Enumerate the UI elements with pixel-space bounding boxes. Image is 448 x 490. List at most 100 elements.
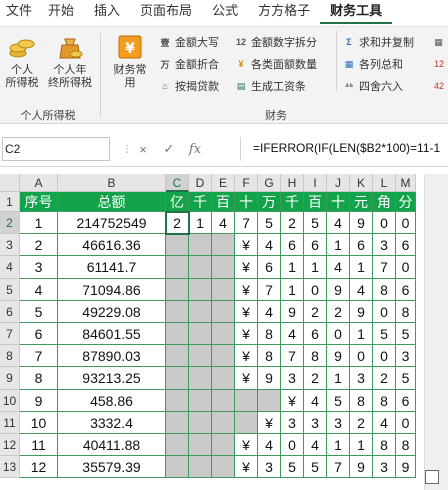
table-cell[interactable]: 6	[20, 323, 58, 346]
table-cell[interactable]: 0	[281, 434, 304, 457]
table-cell[interactable]	[212, 434, 235, 457]
table-cell[interactable]: 4	[327, 256, 350, 279]
header-cell[interactable]: 角	[373, 192, 396, 212]
row-header-8[interactable]: 8	[0, 345, 20, 368]
tab-5[interactable]: 方方格子	[248, 0, 320, 24]
table-cell[interactable]	[212, 300, 235, 323]
column-header-K[interactable]: K	[350, 174, 373, 192]
table-cell[interactable]: ¥	[258, 411, 281, 434]
table-cell[interactable]	[212, 256, 235, 279]
row-header-12[interactable]: 12	[0, 434, 20, 457]
table-cell[interactable]: 5	[281, 456, 304, 479]
table-cell[interactable]: 46616.36	[58, 234, 166, 257]
table-cell[interactable]: 458.86	[58, 389, 166, 412]
table-cell[interactable]	[212, 278, 235, 301]
table-cell[interactable]: 0	[396, 212, 416, 235]
clipped-button-3[interactable]: 42	[434, 76, 448, 96]
table-cell[interactable]: 9	[350, 456, 373, 479]
row-header-1[interactable]: 1	[0, 192, 20, 212]
column-header-I[interactable]: I	[304, 174, 327, 192]
sheet-options-icon[interactable]	[425, 470, 439, 484]
table-cell[interactable]: 9	[350, 212, 373, 235]
insert-function-icon[interactable]: fx	[182, 142, 208, 157]
table-cell[interactable]: 0	[373, 212, 396, 235]
table-cell[interactable]: 93213.25	[58, 367, 166, 390]
table-cell[interactable]: 2	[304, 300, 327, 323]
table-cell[interactable]: 4	[258, 234, 281, 257]
table-cell[interactable]: 1	[327, 367, 350, 390]
header-cell[interactable]: 十	[235, 192, 258, 212]
table-cell[interactable]: 5	[373, 323, 396, 346]
table-cell[interactable]: 2	[166, 212, 189, 235]
column-header-G[interactable]: G	[258, 174, 281, 192]
row-header-7[interactable]: 7	[0, 323, 20, 346]
table-cell[interactable]	[212, 456, 235, 479]
table-cell[interactable]: 4	[20, 278, 58, 301]
row-header-5[interactable]: 5	[0, 278, 20, 301]
table-cell[interactable]: 6	[304, 323, 327, 346]
table-cell[interactable]	[189, 367, 212, 390]
table-cell[interactable]: 0	[373, 345, 396, 368]
generate-payslip-button[interactable]: ▤ 生成工资条	[234, 76, 306, 96]
table-cell[interactable]: ¥	[235, 256, 258, 279]
formula-input[interactable]: =IFERROR(IF(LEN($B2*100)=11-1	[240, 137, 448, 161]
table-cell[interactable]: 3	[281, 367, 304, 390]
table-cell[interactable]	[212, 234, 235, 257]
row-header-11[interactable]: 11	[0, 411, 20, 434]
table-cell[interactable]: ¥	[235, 434, 258, 457]
header-cell[interactable]: 千	[189, 192, 212, 212]
table-cell[interactable]: 4	[350, 278, 373, 301]
table-cell[interactable]: 4	[304, 434, 327, 457]
table-cell[interactable]: 6	[281, 234, 304, 257]
column-header-D[interactable]: D	[189, 174, 212, 192]
table-cell[interactable]: ¥	[235, 345, 258, 368]
tab-6[interactable]: 财务工具	[320, 0, 393, 24]
table-cell[interactable]: 9	[20, 389, 58, 412]
table-cell[interactable]: ¥	[235, 456, 258, 479]
table-cell[interactable]: 4	[281, 323, 304, 346]
table-cell[interactable]: 9	[281, 300, 304, 323]
table-cell[interactable]: 8	[20, 367, 58, 390]
table-cell[interactable]: 8	[258, 345, 281, 368]
table-cell[interactable]: 5	[20, 300, 58, 323]
table-cell[interactable]: 2	[350, 411, 373, 434]
column-header-F[interactable]: F	[235, 174, 258, 192]
table-cell[interactable]	[166, 323, 189, 346]
table-cell[interactable]: 3	[281, 411, 304, 434]
header-cell[interactable]: 序号	[20, 192, 58, 212]
table-cell[interactable]: 214752549	[58, 212, 166, 235]
table-cell[interactable]: 6	[396, 234, 416, 257]
table-cell[interactable]: ¥	[235, 278, 258, 301]
tab-2[interactable]: 插入	[84, 0, 130, 24]
select-all-corner[interactable]	[0, 174, 20, 192]
table-cell[interactable]	[235, 389, 258, 412]
table-cell[interactable]: 5	[396, 323, 416, 346]
table-cell[interactable]	[189, 345, 212, 368]
column-totals-button[interactable]: ▦ 各列总和	[342, 54, 403, 74]
table-cell[interactable]: 3	[327, 411, 350, 434]
table-cell[interactable]: 4	[373, 411, 396, 434]
table-cell[interactable]: 1	[20, 212, 58, 235]
table-cell[interactable]: ¥	[235, 367, 258, 390]
table-cell[interactable]: 8	[350, 389, 373, 412]
table-cell[interactable]: ¥	[235, 300, 258, 323]
table-cell[interactable]: 3	[20, 256, 58, 279]
header-cell[interactable]: 万	[258, 192, 281, 212]
table-cell[interactable]: 3	[304, 411, 327, 434]
table-cell[interactable]	[166, 256, 189, 279]
table-cell[interactable]: 9	[327, 345, 350, 368]
table-cell[interactable]: 1	[304, 256, 327, 279]
enter-icon[interactable]: ✓	[156, 141, 182, 157]
table-cell[interactable]: 7	[258, 278, 281, 301]
table-cell[interactable]: 8	[373, 389, 396, 412]
table-cell[interactable]: 87890.03	[58, 345, 166, 368]
table-cell[interactable]: 7	[20, 345, 58, 368]
table-cell[interactable]: 1	[350, 323, 373, 346]
amount-convert-button[interactable]: 万 金额折合	[158, 54, 219, 74]
table-cell[interactable]: 2	[373, 367, 396, 390]
table-cell[interactable]	[212, 411, 235, 434]
table-cell[interactable]: 2	[281, 212, 304, 235]
table-cell[interactable]: 4	[327, 212, 350, 235]
column-header-E[interactable]: E	[212, 174, 235, 192]
row-header-6[interactable]: 6	[0, 300, 20, 323]
